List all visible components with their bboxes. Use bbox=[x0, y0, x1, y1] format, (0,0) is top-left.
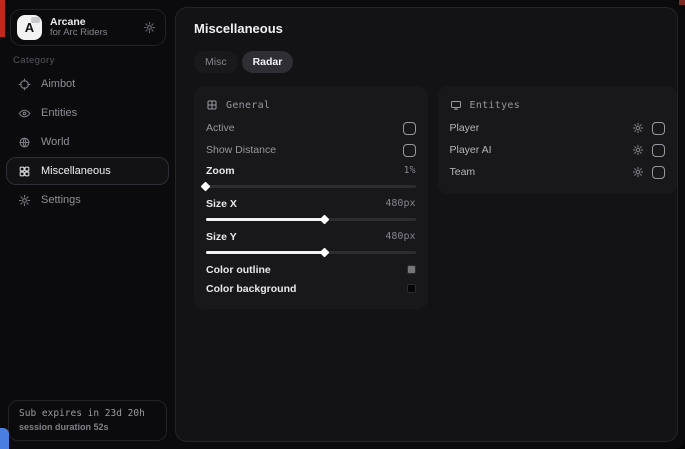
setting-row-color-outline: Color outline bbox=[206, 260, 416, 279]
entity-label: Player AI bbox=[450, 144, 492, 156]
active-checkbox[interactable] bbox=[403, 122, 416, 135]
setting-label: Size Y bbox=[206, 231, 237, 243]
grid-icon bbox=[18, 165, 31, 178]
size-x-value: 480px bbox=[385, 198, 415, 209]
subscription-expiry: Sub expires in 23d 20h bbox=[19, 408, 156, 419]
sidebar-item-label: Aimbot bbox=[41, 78, 75, 90]
setting-label: Size X bbox=[206, 198, 237, 210]
entity-row-team: Team bbox=[450, 161, 666, 183]
size-y-slider-thumb[interactable] bbox=[320, 248, 330, 258]
zoom-slider-thumb[interactable] bbox=[201, 182, 211, 192]
setting-row-size-y: Size Y 480px bbox=[206, 227, 416, 254]
setting-label: Show Distance bbox=[206, 144, 276, 156]
general-panel-header: General bbox=[206, 95, 416, 115]
setting-label: Active bbox=[206, 122, 235, 134]
color-outline-swatch[interactable] bbox=[407, 265, 416, 274]
entities-panel-title: Entityes bbox=[470, 100, 521, 111]
entity-label: Team bbox=[450, 166, 476, 178]
setting-label: Zoom bbox=[206, 165, 235, 177]
size-y-slider[interactable] bbox=[206, 251, 416, 254]
show-distance-checkbox[interactable] bbox=[403, 144, 416, 157]
sidebar-item-entities[interactable]: Entities bbox=[6, 99, 169, 127]
sidebar-nav: Aimbot Entities bbox=[6, 70, 169, 215]
size-x-slider-thumb[interactable] bbox=[320, 215, 330, 225]
app-subtitle: for Arc Riders bbox=[50, 28, 108, 39]
sidebar-item-label: World bbox=[41, 136, 70, 148]
sidebar-item-label: Miscellaneous bbox=[41, 165, 111, 177]
crosshair-icon bbox=[18, 78, 31, 91]
entity-row-player: Player bbox=[450, 117, 666, 139]
layout-grid-icon bbox=[206, 99, 218, 111]
entities-panel: Entityes Player bbox=[438, 86, 678, 194]
desktop-bleed-red bbox=[0, 0, 5, 37]
setting-row-color-background: Color background bbox=[206, 279, 416, 298]
panels-row: General Active Show Distance Zoom 1% bbox=[194, 86, 677, 309]
app-window: A Arcane for Arc Riders Category bbox=[0, 0, 685, 449]
app-logo: A bbox=[17, 15, 42, 40]
size-y-value: 480px bbox=[385, 231, 415, 242]
globe-icon bbox=[18, 136, 31, 149]
sidebar-item-settings[interactable]: Settings bbox=[6, 186, 169, 214]
sidebar-item-aimbot[interactable]: Aimbot bbox=[6, 70, 169, 98]
player-checkbox[interactable] bbox=[652, 122, 665, 135]
eye-icon bbox=[18, 107, 31, 120]
player-ai-checkbox[interactable] bbox=[652, 144, 665, 157]
size-x-slider[interactable] bbox=[206, 218, 416, 221]
color-background-swatch[interactable] bbox=[407, 284, 416, 293]
main-content: Miscellaneous Misc Radar General bbox=[175, 7, 678, 442]
screen: A Arcane for Arc Riders Category bbox=[0, 0, 685, 449]
sidebar-item-label: Settings bbox=[41, 194, 81, 206]
gear-icon bbox=[18, 194, 31, 207]
setting-row-show-distance: Show Distance bbox=[206, 139, 416, 161]
entity-label: Player bbox=[450, 122, 480, 134]
zoom-slider[interactable] bbox=[206, 185, 416, 188]
desktop-bleed-red-corner bbox=[679, 0, 685, 5]
monitor-icon bbox=[450, 99, 462, 111]
setting-row-zoom: Zoom 1% bbox=[206, 161, 416, 188]
player-ai-settings-gear-icon[interactable] bbox=[632, 144, 644, 156]
tab-bar: Misc Radar bbox=[194, 51, 677, 73]
zoom-value: 1% bbox=[403, 165, 415, 176]
entity-row-player-ai: Player AI bbox=[450, 139, 666, 161]
desktop-bleed-blue bbox=[0, 428, 9, 449]
setting-label: Color background bbox=[206, 283, 296, 295]
general-panel-title: General bbox=[226, 100, 270, 111]
category-label: Category bbox=[13, 55, 55, 66]
page-title: Miscellaneous bbox=[194, 21, 677, 36]
tab-radar[interactable]: Radar bbox=[242, 51, 294, 73]
sidebar-item-label: Entities bbox=[41, 107, 77, 119]
setting-label: Color outline bbox=[206, 264, 271, 276]
sidebar-item-miscellaneous[interactable]: Miscellaneous bbox=[6, 157, 169, 185]
app-titles: Arcane for Arc Riders bbox=[50, 16, 108, 39]
general-panel: General Active Show Distance Zoom 1% bbox=[194, 86, 428, 309]
sidebar-item-world[interactable]: World bbox=[6, 128, 169, 156]
sidebar: A Arcane for Arc Riders Category bbox=[0, 0, 175, 449]
setting-row-size-x: Size X 480px bbox=[206, 194, 416, 221]
team-checkbox[interactable] bbox=[652, 166, 665, 179]
subscription-card: Sub expires in 23d 20h session duration … bbox=[8, 400, 167, 441]
header-gear-icon[interactable] bbox=[143, 21, 156, 34]
entities-panel-header: Entityes bbox=[450, 95, 666, 115]
session-duration: session duration 52s bbox=[19, 422, 156, 432]
setting-row-active: Active bbox=[206, 117, 416, 139]
player-settings-gear-icon[interactable] bbox=[632, 122, 644, 134]
team-settings-gear-icon[interactable] bbox=[632, 166, 644, 178]
app-logo-letter: A bbox=[25, 20, 34, 35]
tab-misc[interactable]: Misc bbox=[194, 51, 238, 73]
app-header-card: A Arcane for Arc Riders bbox=[10, 9, 166, 46]
